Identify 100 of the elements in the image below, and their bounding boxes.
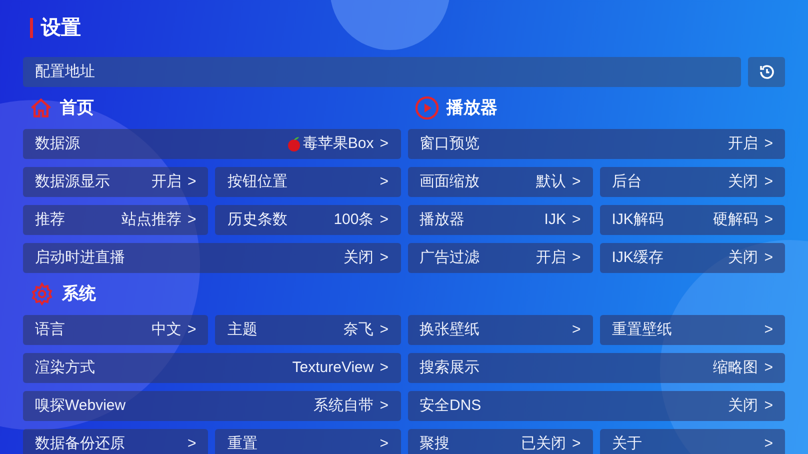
setting-label: 广告过滤 bbox=[420, 248, 480, 268]
title-accent-bar bbox=[30, 18, 33, 38]
chevron: > bbox=[572, 248, 581, 268]
setting-label: 播放器 bbox=[420, 210, 464, 230]
setting-row[interactable]: 数据源 毒苹果Box > bbox=[23, 129, 400, 159]
setting-label: 主题 bbox=[227, 320, 258, 340]
chevron: > bbox=[380, 134, 388, 154]
setting-value: 站点推荐 bbox=[121, 210, 182, 230]
setting-value: 中文 bbox=[151, 320, 182, 340]
setting-row[interactable]: 数据备份还原 > bbox=[23, 429, 208, 454]
setting-label: IJK解码 bbox=[612, 210, 664, 230]
setting-label: 重置壁纸 bbox=[612, 320, 672, 340]
setting-row[interactable]: IJK缓存 关闭 > bbox=[600, 243, 785, 273]
setting-value: 硬解码 bbox=[713, 210, 758, 230]
chevron: > bbox=[572, 172, 581, 192]
setting-value: 奈飞 bbox=[344, 320, 374, 340]
setting-row[interactable]: 关于 > bbox=[600, 429, 785, 454]
setting-value: 关闭 bbox=[344, 248, 374, 268]
chevron: > bbox=[764, 172, 773, 192]
gear-icon bbox=[30, 282, 54, 306]
setting-row[interactable]: 换张壁纸 > bbox=[408, 315, 593, 345]
setting-label: 渲染方式 bbox=[35, 358, 95, 378]
setting-row[interactable]: 安全DNS 关闭 > bbox=[408, 391, 785, 421]
chevron: > bbox=[764, 134, 773, 154]
setting-row[interactable]: 语言 中文 > bbox=[23, 315, 208, 345]
setting-label: 数据源 bbox=[35, 134, 80, 154]
setting-row[interactable]: 嗅探Webview 系统自带 > bbox=[23, 391, 400, 421]
setting-row[interactable]: 历史条数 100条 > bbox=[215, 205, 400, 235]
setting-row[interactable]: 推荐 站点推荐 > bbox=[23, 205, 208, 235]
setting-row[interactable]: 搜索展示 缩略图 > bbox=[408, 353, 785, 383]
page-title: 设置 bbox=[41, 16, 81, 41]
chevron: > bbox=[380, 358, 388, 378]
setting-label: 后台 bbox=[612, 172, 642, 192]
setting-label: 历史条数 bbox=[227, 210, 288, 230]
setting-row[interactable]: 播放器 IJK > bbox=[408, 205, 593, 235]
setting-value: 关闭 bbox=[728, 248, 758, 268]
setting-row[interactable]: 数据源显示 开启 > bbox=[23, 167, 208, 197]
setting-value: 开启 bbox=[151, 172, 182, 192]
setting-row[interactable]: 重置壁纸 > bbox=[600, 315, 785, 345]
setting-value: 缩略图 bbox=[713, 358, 758, 378]
setting-value: 毒苹果Box bbox=[302, 134, 374, 154]
setting-label: 数据源显示 bbox=[35, 172, 110, 192]
apple-icon bbox=[286, 136, 301, 152]
setting-value: 已关闭 bbox=[520, 434, 566, 454]
chevron: > bbox=[380, 434, 388, 454]
setting-label: 换张壁纸 bbox=[420, 320, 480, 340]
setting-row[interactable]: 广告过滤 开启 > bbox=[408, 243, 593, 273]
setting-value: 关闭 bbox=[728, 396, 758, 416]
setting-label: 按钮位置 bbox=[227, 172, 288, 192]
chevron: > bbox=[380, 320, 388, 340]
chevron: > bbox=[572, 434, 581, 454]
config-address-field[interactable]: 配置地址 bbox=[23, 57, 741, 87]
setting-row[interactable]: 重置 > bbox=[215, 429, 400, 454]
chevron: > bbox=[380, 210, 388, 230]
chevron: > bbox=[764, 358, 773, 378]
setting-label: 嗅探Webview bbox=[35, 396, 126, 416]
setting-row[interactable]: 后台 关闭 > bbox=[600, 167, 785, 197]
chevron: > bbox=[187, 434, 196, 454]
chevron: > bbox=[764, 210, 773, 230]
setting-value: TextureView bbox=[292, 358, 374, 378]
setting-value: IJK bbox=[544, 210, 566, 230]
setting-value: 系统自带 bbox=[314, 396, 374, 416]
section-title: 播放器 bbox=[446, 97, 498, 120]
play-icon bbox=[414, 96, 438, 120]
chevron: > bbox=[187, 172, 196, 192]
setting-row[interactable]: 画面缩放 默认 > bbox=[408, 167, 593, 197]
setting-label: 数据备份还原 bbox=[35, 434, 125, 454]
chevron: > bbox=[380, 172, 388, 192]
chevron: > bbox=[764, 434, 773, 454]
setting-row[interactable]: 启动时进直播 关闭 > bbox=[23, 243, 400, 273]
setting-value: 关闭 bbox=[728, 172, 758, 192]
setting-value: 开启 bbox=[728, 134, 758, 154]
history-button[interactable] bbox=[748, 57, 785, 87]
section-title: 系统 bbox=[62, 283, 96, 306]
setting-row[interactable]: 聚搜 已关闭 > bbox=[408, 429, 593, 454]
setting-label: 启动时进直播 bbox=[35, 248, 125, 268]
setting-value: 默认 bbox=[536, 172, 566, 192]
setting-value: 100条 bbox=[334, 210, 374, 230]
chevron: > bbox=[764, 396, 773, 416]
setting-label: 重置 bbox=[227, 434, 258, 454]
setting-row[interactable]: IJK解码 硬解码 > bbox=[600, 205, 785, 235]
chevron: > bbox=[187, 320, 196, 340]
chevron: > bbox=[380, 248, 388, 268]
home-icon bbox=[30, 97, 52, 119]
setting-row[interactable]: 窗口预览 开启 > bbox=[408, 129, 785, 159]
history-icon bbox=[758, 63, 776, 81]
chevron: > bbox=[187, 210, 196, 230]
section-title: 首页 bbox=[60, 97, 94, 120]
setting-label: 语言 bbox=[35, 320, 65, 340]
setting-row[interactable]: 主题 奈飞 > bbox=[215, 315, 400, 345]
setting-value: 开启 bbox=[536, 248, 566, 268]
setting-label: 聚搜 bbox=[420, 434, 450, 454]
setting-label: 画面缩放 bbox=[420, 172, 480, 192]
setting-label: IJK缓存 bbox=[612, 248, 664, 268]
setting-label: 搜索展示 bbox=[420, 358, 480, 378]
setting-label: 窗口预览 bbox=[420, 134, 480, 154]
setting-row[interactable]: 按钮位置 > bbox=[215, 167, 400, 197]
setting-label: 关于 bbox=[612, 434, 642, 454]
chevron: > bbox=[380, 396, 388, 416]
setting-row[interactable]: 渲染方式 TextureView > bbox=[23, 353, 400, 383]
